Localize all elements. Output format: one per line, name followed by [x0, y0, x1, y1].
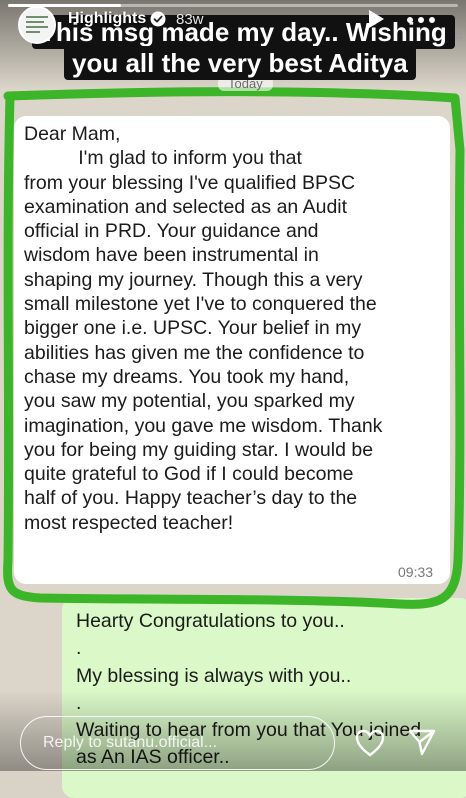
story-progress-bar: [8, 4, 458, 7]
more-icon[interactable]: [404, 10, 438, 30]
reply-placeholder: Reply to sutanu.official...: [43, 734, 218, 751]
verified-icon: [150, 11, 166, 27]
account-name[interactable]: Highlights: [68, 10, 146, 28]
incoming-message-text: Dear Mam, I'm glad to inform you that fr…: [24, 123, 383, 534]
heart-icon[interactable]: [355, 729, 385, 757]
story-progress-fill: [8, 4, 121, 7]
incoming-message-time: 09:33: [398, 564, 434, 580]
story-time: 83w: [176, 11, 204, 28]
avatar[interactable]: [18, 6, 56, 44]
reply-input[interactable]: Reply to sutanu.official...: [20, 716, 335, 770]
play-icon[interactable]: [366, 8, 386, 30]
send-icon[interactable]: [408, 728, 436, 756]
story-caption-line-2: you all the very best Aditya: [64, 46, 416, 80]
